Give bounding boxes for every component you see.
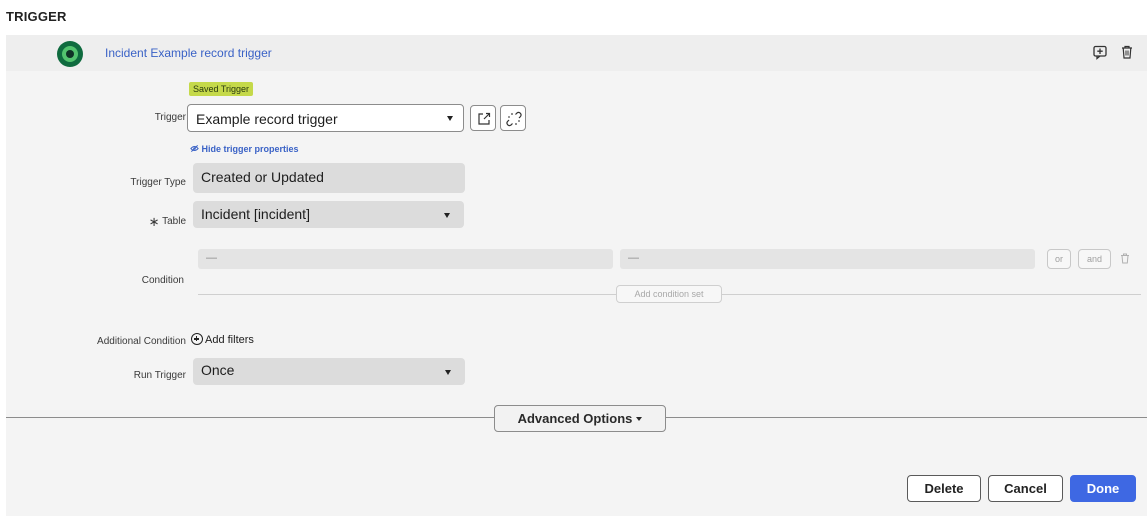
unlink-trigger-button[interactable] [500,105,526,131]
delete-condition-icon[interactable] [1120,253,1130,264]
chevron-down-icon [447,116,453,121]
open-external-icon [478,112,491,125]
add-filters-label: Add filters [205,334,254,346]
eye-slash-icon [190,144,199,153]
advanced-options-label: Advanced Options [517,411,633,426]
table-label-text: Table [162,216,186,227]
caret-down-icon [636,417,643,421]
delete-button[interactable]: Delete [907,475,981,502]
chevron-down-icon [444,213,450,218]
table-select-value: Incident [incident] [201,206,310,222]
add-annotation-icon[interactable] [1092,44,1108,60]
done-button[interactable]: Done [1070,475,1136,502]
table-select[interactable]: Incident [incident] [193,201,464,228]
table-label: ∗ Table [6,214,186,230]
trigger-name-link[interactable]: Incident Example record trigger [105,46,272,60]
trigger-type-value: Created or Updated [201,169,324,185]
trash-icon[interactable] [1119,44,1135,60]
run-trigger-value: Once [201,362,235,378]
condition-operator-select[interactable]: — [620,249,1035,269]
run-trigger-select[interactable]: Once [193,358,465,385]
add-filters-button[interactable]: Add filters [191,333,254,346]
additional-condition-label: Additional Condition [97,336,186,347]
trigger-status-icon [57,41,83,67]
trigger-header: Incident Example record trigger [6,35,1147,71]
trigger-type-field: Created or Updated [193,163,465,193]
condition-field-select[interactable]: — [198,249,613,269]
condition-field-value: — [206,252,217,264]
add-condition-set-button[interactable]: Add condition set [616,285,722,303]
condition-set-divider-right [722,294,1141,295]
condition-operator-value: — [628,252,639,264]
trigger-select-value: Example record trigger [196,111,338,127]
section-title: TRIGGER [6,9,67,24]
unlink-icon [506,111,522,127]
plus-circle-icon [191,333,203,345]
saved-trigger-badge: Saved Trigger [189,82,254,96]
required-marker: ∗ [148,214,160,229]
or-button[interactable]: or [1047,249,1071,269]
trigger-panel: Incident Example record trigger Saved Tr… [6,35,1147,516]
run-trigger-label: Run Trigger [133,370,186,381]
and-button[interactable]: and [1078,249,1111,269]
advanced-options-button[interactable]: Advanced Options [494,405,666,432]
cancel-button[interactable]: Cancel [988,475,1063,502]
trigger-type-label: Trigger Type [130,177,186,188]
open-trigger-button[interactable] [470,105,496,131]
hide-trigger-properties-link[interactable]: Hide trigger properties [190,144,299,154]
trigger-label: Trigger [154,112,186,123]
condition-set-divider-left [198,294,616,295]
hide-trigger-properties-label: Hide trigger properties [201,144,299,154]
condition-label: Condition [141,275,184,286]
chevron-down-icon [445,370,451,375]
trigger-select[interactable]: Example record trigger [187,104,464,132]
